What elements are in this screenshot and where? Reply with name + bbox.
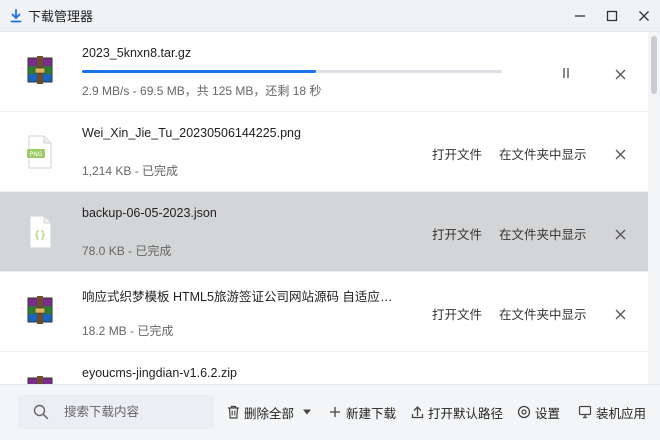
show-in-folder-link[interactable]: 在文件夹中显示 — [499, 224, 587, 243]
footer-toolbar: 删除全部 新建下载 打开默认路径 设置 装机应用 — [0, 384, 660, 440]
settings-button[interactable]: 设置 — [517, 401, 560, 423]
remove-item-button[interactable] — [612, 226, 628, 242]
new-download-button[interactable]: 新建下载 — [328, 401, 396, 423]
download-item[interactable]: PNG Wei_Xin_Jie_Tu_20230506144225.png 1,… — [0, 112, 648, 192]
archive-icon — [22, 54, 58, 90]
search-icon — [32, 403, 50, 421]
show-in-folder-link[interactable]: 在文件夹中显示 — [499, 144, 587, 163]
close-icon — [615, 69, 625, 79]
install-app-label: 装机应用 — [596, 406, 647, 421]
maximize-icon — [606, 10, 618, 22]
png-file-icon: PNG — [22, 134, 58, 170]
progress-fill — [82, 70, 316, 73]
new-download-label: 新建下载 — [346, 406, 397, 421]
minimize-button[interactable] — [564, 0, 596, 32]
json-file-icon: {} — [22, 214, 58, 250]
caret-down-icon — [303, 409, 311, 415]
open-file-link[interactable]: 打开文件 — [432, 224, 482, 243]
remove-item-button[interactable] — [612, 146, 628, 162]
file-name: 2023_5knxn8.tar.gz — [82, 46, 192, 60]
close-icon — [615, 309, 625, 319]
open-file-link[interactable]: 打开文件 — [432, 304, 482, 323]
open-file-link[interactable]: 打开文件 — [432, 144, 482, 163]
archive-icon — [22, 374, 58, 384]
file-name: Wei_Xin_Jie_Tu_20230506144225.png — [82, 126, 301, 140]
monitor-icon — [578, 405, 592, 419]
close-icon — [615, 149, 625, 159]
progress-bar — [82, 70, 502, 73]
search-input[interactable] — [64, 405, 204, 419]
scrollbar[interactable] — [649, 32, 659, 384]
download-item[interactable]: eyoucms-jingdian-v1.6.2.zip — [0, 352, 648, 384]
install-app-button[interactable]: 装机应用 — [578, 401, 646, 423]
file-name: 响应式织梦模板 HTML5旅游签证公司网站源码 自适应手机... — [82, 290, 402, 304]
close-icon — [639, 11, 649, 21]
pause-button[interactable] — [558, 66, 574, 80]
upload-icon — [410, 405, 424, 419]
download-icon — [10, 8, 22, 23]
scrollbar-thumb[interactable] — [651, 36, 657, 94]
download-item[interactable]: 响应式织梦模板 HTML5旅游签证公司网站源码 自适应手机... 18.2 MB… — [0, 272, 648, 352]
gear-icon — [517, 405, 531, 419]
window-controls — [564, 0, 660, 32]
remove-item-button[interactable] — [612, 306, 628, 322]
minimize-icon — [575, 15, 585, 17]
open-default-path-label: 打开默认路径 — [428, 406, 504, 421]
svg-text:PNG: PNG — [30, 151, 43, 158]
trash-icon — [226, 405, 240, 419]
close-icon — [615, 229, 625, 239]
download-status: 18.2 MB - 已完成 — [82, 324, 174, 338]
download-item[interactable]: {} backup-06-05-2023.json 78.0 KB - 已完成 … — [0, 192, 648, 272]
download-item[interactable]: 2023_5knxn8.tar.gz 2.9 MB/s - 69.5 MB，共 … — [0, 32, 648, 112]
delete-all-button[interactable]: 删除全部 — [226, 401, 294, 423]
remove-item-button[interactable] — [612, 66, 628, 82]
maximize-button[interactable] — [596, 0, 628, 32]
window-title: 下载管理器 — [28, 9, 94, 24]
file-name: eyoucms-jingdian-v1.6.2.zip — [82, 366, 237, 380]
delete-options-dropdown[interactable] — [302, 401, 312, 423]
title-bar: 下载管理器 — [0, 0, 660, 32]
show-in-folder-link[interactable]: 在文件夹中显示 — [499, 304, 587, 323]
file-name: backup-06-05-2023.json — [82, 206, 217, 220]
delete-all-label: 删除全部 — [244, 406, 295, 421]
search-box[interactable] — [18, 395, 214, 429]
plus-icon — [328, 405, 342, 419]
close-window-button[interactable] — [628, 0, 660, 32]
download-status: 78.0 KB - 已完成 — [82, 244, 172, 258]
download-list: 2023_5knxn8.tar.gz 2.9 MB/s - 69.5 MB，共 … — [0, 32, 648, 384]
svg-text:{}: {} — [34, 230, 46, 241]
download-status: 1,214 KB - 已完成 — [82, 164, 179, 178]
pause-icon — [563, 68, 569, 78]
archive-icon — [22, 294, 58, 330]
open-default-path-button[interactable]: 打开默认路径 — [410, 401, 503, 423]
download-status: 2.9 MB/s - 69.5 MB，共 125 MB，还剩 18 秒 — [82, 84, 322, 98]
settings-label: 设置 — [535, 406, 561, 421]
